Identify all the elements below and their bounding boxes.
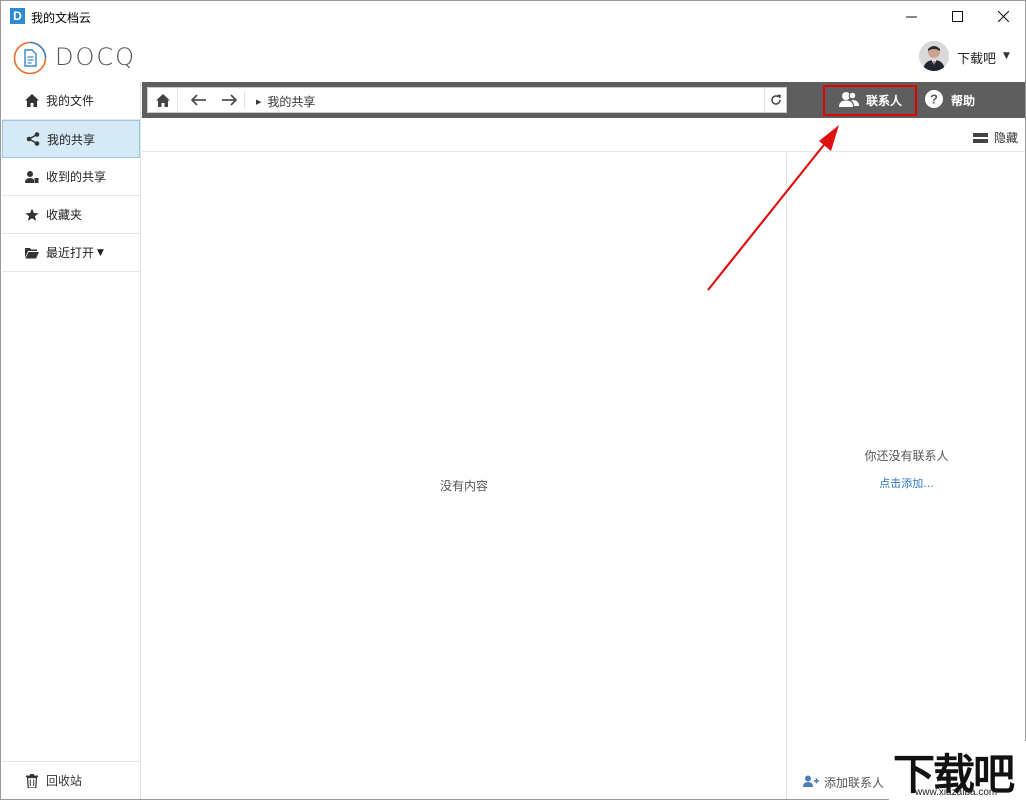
sidebar-item-label: 收藏夹 xyxy=(46,208,83,222)
arrow-right-icon xyxy=(222,94,237,106)
avatar-person-icon xyxy=(919,41,949,71)
refresh-icon xyxy=(771,94,781,105)
arrow-left-icon xyxy=(191,94,206,106)
sidebar-item-label: 最近打开 xyxy=(46,246,95,260)
sidebar-item-label: 我的文件 xyxy=(46,94,95,108)
sidebar-item-my-shares[interactable]: 我的共享 xyxy=(2,120,140,158)
watermark-url: www.xiazaiba.com xyxy=(915,787,998,798)
add-contact-link[interactable]: 点击添加... xyxy=(787,475,1026,491)
maximize-icon xyxy=(951,10,963,22)
user-avatar[interactable] xyxy=(919,41,949,71)
close-button[interactable] xyxy=(980,1,1026,31)
add-contact-label: 添加联系人 xyxy=(824,776,885,790)
sidebar-item-my-files[interactable]: 我的文件 xyxy=(2,82,140,120)
sidebar-item-favorites[interactable]: 收藏夹 xyxy=(2,196,140,234)
help-button[interactable]: ? 帮助 xyxy=(925,85,975,116)
contacts-button[interactable]: 联系人 xyxy=(823,85,917,116)
contacts-label: 联系人 xyxy=(866,94,903,108)
panel-hide-icon xyxy=(972,132,988,143)
empty-message: 没有内容 xyxy=(439,479,488,493)
contacts-icon xyxy=(839,91,859,110)
back-button[interactable] xyxy=(184,88,214,112)
share-icon xyxy=(25,131,41,147)
user-name[interactable]: 下载吧 xyxy=(957,48,996,67)
no-contacts-message: 你还没有联系人 xyxy=(864,449,949,463)
star-icon xyxy=(24,207,40,223)
home-icon xyxy=(24,93,40,109)
contacts-panel: 你还没有联系人 点击添加... 添加联系人 xyxy=(786,153,1025,799)
caret-down-icon[interactable]: ▼ xyxy=(1003,51,1010,61)
file-list-area[interactable]: 没有内容 xyxy=(142,153,786,799)
sidebar: 我的文件 我的共享 收到的共享 收藏夹 最近打开 ▼ 回收站 xyxy=(2,82,141,799)
caret-down-icon: ▼ xyxy=(97,247,104,258)
divider xyxy=(244,91,245,109)
sidebar-item-label: 收到的共享 xyxy=(46,170,107,184)
forward-button[interactable] xyxy=(214,88,244,112)
toolbar: ▶ 我的共享 联系人 ? 帮助 xyxy=(142,82,1025,118)
logo-text: DOCQ xyxy=(55,43,137,71)
help-icon: ? xyxy=(925,90,943,111)
help-label: 帮助 xyxy=(951,94,976,108)
breadcrumb-item[interactable]: 我的共享 xyxy=(267,93,315,110)
window-title: 我的文档云 xyxy=(31,11,92,25)
home-icon xyxy=(155,93,170,107)
add-user-icon xyxy=(803,775,819,790)
recycle-bin-label: 回收站 xyxy=(46,774,83,788)
trash-icon xyxy=(24,773,40,789)
minimize-button[interactable] xyxy=(888,1,934,31)
address-bar[interactable]: ▶ 我的共享 xyxy=(147,87,787,113)
watermark: 下载吧 www.xiazaiba.com xyxy=(889,741,1026,800)
sidebar-item-recent[interactable]: 最近打开 ▼ xyxy=(2,234,140,272)
refresh-button[interactable] xyxy=(764,88,787,112)
home-button[interactable] xyxy=(148,88,178,112)
title-bar: D 我的文档云 xyxy=(1,1,1025,31)
app-header: DOCQ 下载吧 ▼ xyxy=(1,31,1025,81)
caret-right-icon: ▶ xyxy=(256,97,262,106)
sidebar-item-recycle-bin[interactable]: 回收站 xyxy=(2,761,140,799)
received-share-icon xyxy=(24,169,40,185)
hide-panel-button[interactable]: 隐藏 xyxy=(972,129,1018,146)
app-icon: D xyxy=(10,8,25,24)
close-icon xyxy=(997,10,1009,22)
app-window: D 我的文档云 DOCQ 下载吧 ▼ 我的文件 我的共享 收到的共享 收藏夹 最… xyxy=(0,0,1026,800)
add-contact-button[interactable]: 添加联系人 xyxy=(803,774,884,791)
hide-label: 隐藏 xyxy=(993,131,1018,145)
svg-text:?: ? xyxy=(930,92,938,107)
sidebar-item-label: 我的共享 xyxy=(47,132,96,147)
sidebar-item-received-shares[interactable]: 收到的共享 xyxy=(2,158,140,196)
folder-open-icon xyxy=(24,245,40,261)
sub-toolbar: 隐藏 xyxy=(142,118,1025,152)
minimize-icon xyxy=(905,16,917,17)
docq-logo-icon xyxy=(13,41,47,75)
breadcrumb: ▶ 我的共享 xyxy=(256,93,315,110)
maximize-button[interactable] xyxy=(934,1,980,31)
